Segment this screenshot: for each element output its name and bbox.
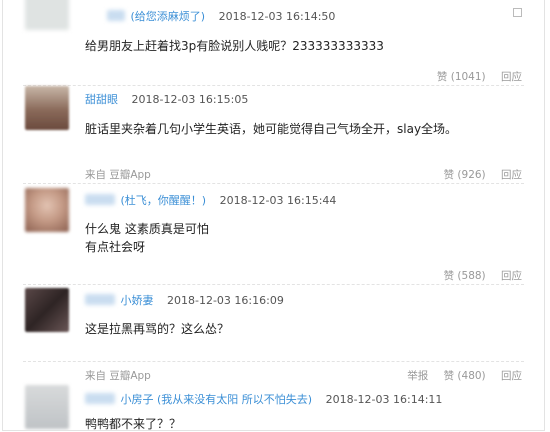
avatar[interactable] [25,86,69,130]
comment-time: 2018-12-03 16:14:11 [325,393,443,406]
comment-text: 什么鬼 这素质真是可怕 有点社会呀 [85,222,209,254]
avatar[interactable] [25,385,69,429]
user-note: (杜飞，你醒醒！) [120,194,207,207]
comment-actions: 赞 (1041) 回应 [425,69,522,84]
comment-text: 脏话里夹杂着几句小学生英语，她可能觉得自己气场全开，slay全场。 [85,122,458,136]
username[interactable]: 小房子 [121,393,154,406]
avatar[interactable] [25,288,69,332]
avatar[interactable] [25,188,69,232]
comment-source: 来自 豆瓣App [85,169,151,181]
divider [23,183,524,184]
comment-time: 2018-12-03 16:15:44 [219,194,337,207]
comment-actions: 赞 (926) 回应 [432,167,522,182]
comment-text: 给男朋友上赶着找3p有脸说别人贱呢？233333333333 [85,39,384,53]
comment-actions: 举报 赞 (480) 回应 [395,368,522,383]
avatar[interactable] [25,0,69,30]
comment-text: 鸭鸭都不来了？？ [85,417,182,431]
like-button[interactable]: 赞 (480) [444,370,486,382]
reply-button[interactable]: 回应 [501,370,522,382]
comment-time: 2018-12-03 16:15:05 [131,93,249,106]
comment-meta: 甜甜眼 2018-12-03 16:15:05 [85,91,248,107]
username-redacted[interactable] [85,393,115,404]
comment-meta: 小娇妻 2018-12-03 16:16:09 [85,292,284,308]
username[interactable]: 甜甜眼 [85,93,118,106]
report-button[interactable]: 举报 [407,370,428,382]
comment-text: 这是拉黑再骂的？这么怂？ [85,322,230,336]
close-icon[interactable] [513,8,522,17]
username[interactable]: 小娇妻 [121,294,154,307]
like-button[interactable]: 赞 (1041) [437,71,486,83]
comment-meta: (给您添麻烦了) 2018-12-03 16:14:50 [107,8,335,24]
comment-meta: (杜飞，你醒醒！) 2018-12-03 16:15:44 [85,192,336,208]
reply-button[interactable]: 回应 [501,169,522,181]
user-note: (给您添麻烦了) [130,10,206,23]
comment-time: 2018-12-03 16:14:50 [218,10,336,23]
username-redacted[interactable] [85,294,115,305]
like-button[interactable]: 赞 (588) [444,270,486,282]
divider [23,284,524,285]
reply-button[interactable]: 回应 [501,71,522,83]
comment-time: 2018-12-03 16:16:09 [167,294,284,307]
comment-meta: 小房子 (我从来没有太阳 所以不怕失去) 2018-12-03 16:14:11 [85,391,442,407]
username-redacted[interactable] [85,194,115,205]
divider [23,361,524,362]
comment-list: (给您添麻烦了) 2018-12-03 16:14:50 给男朋友上赶着找3p有… [2,0,545,431]
username-redacted[interactable] [107,10,125,21]
reply-button[interactable]: 回应 [501,270,522,282]
user-note: (我从来没有太阳 所以不怕失去) [157,393,313,406]
like-button[interactable]: 赞 (926) [444,169,486,181]
comment-source: 来自 豆瓣App [85,370,151,382]
divider [23,85,524,86]
comment-actions: 赞 (588) 回应 [432,268,522,283]
